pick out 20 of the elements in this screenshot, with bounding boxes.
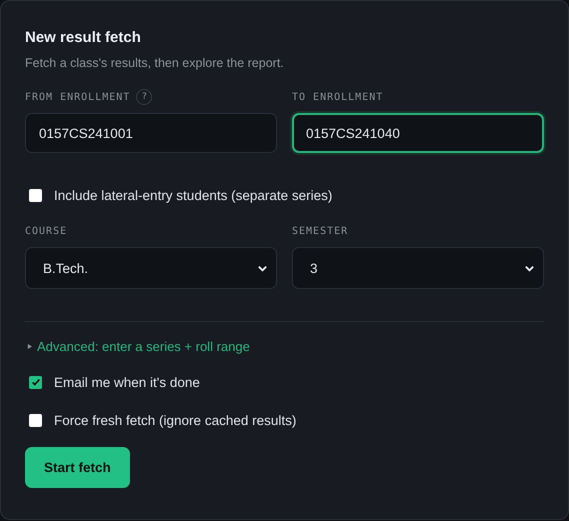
input-field[interactable]: 0157CS241001 — [25, 113, 277, 153]
start-fetch-button[interactable]: Start fetch — [25, 447, 130, 488]
checkbox-label: Email me when it's done — [54, 374, 200, 390]
field-label: SEMESTER — [292, 226, 348, 236]
input-field[interactable]: 0157CS241040 — [292, 113, 544, 153]
caret-icon — [27, 344, 32, 348]
field-label: TO ENROLLMENT — [292, 92, 384, 102]
field-label: FROM ENROLLMENT — [25, 92, 130, 102]
checkbox[interactable] — [29, 414, 42, 426]
select-field[interactable]: B.Tech. — [25, 247, 277, 289]
form-title: New result fetch — [25, 29, 142, 46]
checkbox-label: Include lateral-entry students (separate series) — [54, 188, 332, 202]
form-subtitle: Fetch a class's results, then explore the report. — [25, 56, 285, 70]
checkbox[interactable] — [29, 188, 42, 202]
help-icon[interactable]: ? — [136, 89, 152, 105]
select-field[interactable]: 3 — [292, 247, 544, 289]
checkbox-label: Force fresh fetch (ignore cached results) — [54, 412, 296, 428]
checkbox[interactable] — [29, 376, 42, 388]
field-label: COURSE — [25, 226, 68, 236]
advanced-toggle[interactable]: Advanced: enter a series + roll range — [27, 338, 250, 354]
